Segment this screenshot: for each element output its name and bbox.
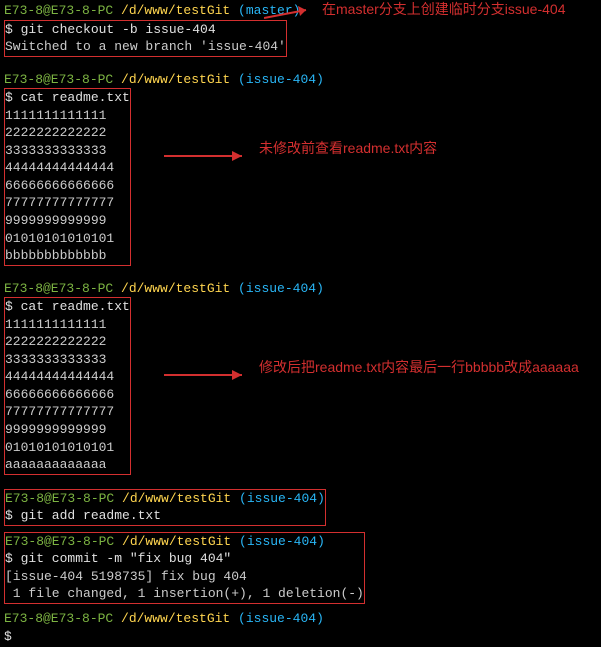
file-line: bbbbbbbbbbbbb: [5, 247, 130, 265]
prompt-line: E73-8@E73-8-PC /d/www/testGit (issue-404…: [4, 610, 597, 628]
prompt-branch: (issue-404): [231, 491, 325, 506]
prompt-line: E73-8@E73-8-PC /d/www/testGit (issue-404…: [4, 71, 597, 89]
prompt-line: E73-8@E73-8-PC /d/www/testGit (issue-404…: [5, 533, 364, 551]
file-line: 1111111111111: [5, 316, 130, 334]
arrow-icon: [164, 146, 254, 166]
command: $ git add readme.txt: [5, 507, 325, 525]
file-line: 2222222222222: [5, 124, 130, 142]
file-line: 3333333333333: [5, 351, 130, 369]
file-line: 66666666666666: [5, 177, 130, 195]
file-line: 77777777777777: [5, 194, 130, 212]
terminal-window[interactable]: E73-8@E73-8-PC /d/www/testGit (master) $…: [0, 0, 601, 647]
prompt-path: /d/www/testGit: [113, 3, 230, 18]
annotation-text: 在master分支上创建临时分支issue-404: [322, 0, 566, 19]
prompt-path: /d/www/testGit: [114, 491, 231, 506]
prompt-host: E73-8@E73-8-PC: [5, 534, 114, 549]
command: $ git checkout -b issue-404: [5, 21, 286, 39]
command: $ cat readme.txt: [5, 298, 130, 316]
file-line: 9999999999999: [5, 212, 130, 230]
prompt-branch: (issue-404): [230, 281, 324, 296]
file-line: aaaaaaaaaaaaa: [5, 456, 130, 474]
file-line: 66666666666666: [5, 386, 130, 404]
highlight-box: $ git checkout -b issue-404 Switched to …: [4, 20, 287, 57]
prompt-host: E73-8@E73-8-PC: [4, 72, 113, 87]
prompt-path: /d/www/testGit: [114, 534, 231, 549]
prompt-host: E73-8@E73-8-PC: [4, 281, 113, 296]
command-cursor[interactable]: $: [4, 628, 597, 646]
prompt-host: E73-8@E73-8-PC: [5, 491, 114, 506]
file-line: 2222222222222: [5, 333, 130, 351]
file-line: 44444444444444: [5, 159, 130, 177]
file-line: 44444444444444: [5, 368, 130, 386]
highlight-box: $ cat readme.txt 1111111111111 222222222…: [4, 297, 131, 474]
annotation-text: 未修改前查看readme.txt内容: [259, 139, 437, 158]
file-line: 01010101010101: [5, 230, 130, 248]
output-line: Switched to a new branch 'issue-404': [5, 38, 286, 56]
prompt-path: /d/www/testGit: [113, 72, 230, 87]
prompt-host: E73-8@E73-8-PC: [4, 611, 113, 626]
highlight-box: $ cat readme.txt 1111111111111 222222222…: [4, 88, 131, 265]
file-line: 77777777777777: [5, 403, 130, 421]
file-line: 9999999999999: [5, 421, 130, 439]
command: $ cat readme.txt: [5, 89, 130, 107]
prompt-branch: (master): [230, 3, 300, 18]
prompt-branch: (issue-404): [230, 72, 324, 87]
file-line: 3333333333333: [5, 142, 130, 160]
annotation-text: 修改后把readme.txt内容最后一行bbbbb改成aaaaaa: [259, 358, 579, 377]
arrow-icon: [164, 365, 254, 385]
prompt-path: /d/www/testGit: [113, 281, 230, 296]
output-line: 1 file changed, 1 insertion(+), 1 deleti…: [5, 585, 364, 603]
prompt-line: E73-8@E73-8-PC /d/www/testGit (issue-404…: [5, 490, 325, 508]
file-line: 1111111111111: [5, 107, 130, 125]
prompt-line: E73-8@E73-8-PC /d/www/testGit (issue-404…: [4, 280, 597, 298]
command: $ git commit -m "fix bug 404": [5, 550, 364, 568]
highlight-box: E73-8@E73-8-PC /d/www/testGit (issue-404…: [4, 532, 365, 604]
highlight-box: E73-8@E73-8-PC /d/www/testGit (issue-404…: [4, 489, 326, 526]
prompt-path: /d/www/testGit: [113, 611, 230, 626]
output-line: [issue-404 5198735] fix bug 404: [5, 568, 364, 586]
prompt-branch: (issue-404): [230, 611, 324, 626]
file-line: 01010101010101: [5, 439, 130, 457]
prompt-branch: (issue-404): [231, 534, 325, 549]
prompt-host: E73-8@E73-8-PC: [4, 3, 113, 18]
